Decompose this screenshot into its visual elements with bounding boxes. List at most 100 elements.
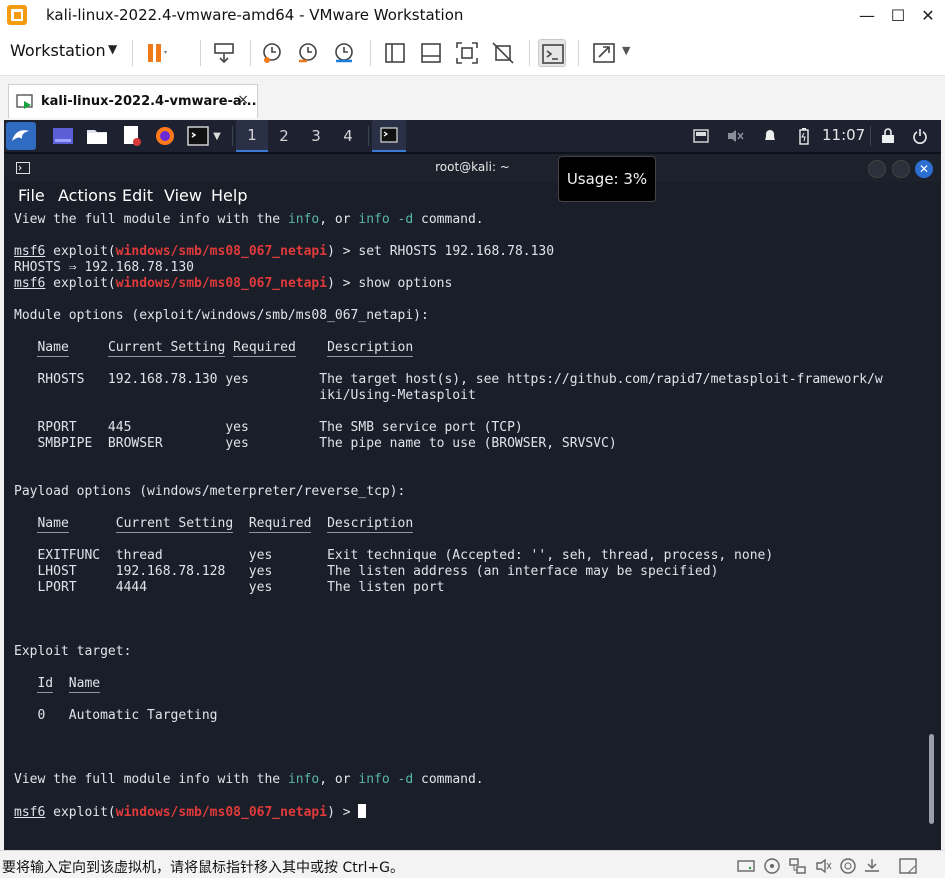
vmware-logo-icon	[7, 5, 27, 25]
cd-dvd-icon[interactable]	[762, 856, 782, 876]
battery-icon[interactable]	[796, 124, 812, 148]
firefox-button[interactable]	[152, 124, 178, 148]
show-thumbnail-button[interactable]	[417, 39, 445, 67]
stretch-guest-button[interactable]	[590, 39, 618, 67]
prompt-line: msf6 exploit(windows/smb/ms08_067_netapi…	[14, 244, 924, 260]
clock-manager-icon	[335, 43, 353, 63]
close-window-button[interactable]: ✕	[913, 0, 943, 30]
send-ctrl-alt-del-button[interactable]	[210, 39, 238, 67]
menu-actions[interactable]: Actions	[58, 186, 116, 205]
terminal-output[interactable]: View the full module info with the info,…	[14, 212, 924, 842]
table-row-text: RPORT 445 yes The SMB service port (TCP)	[14, 420, 523, 435]
network-adapter-icon[interactable]	[788, 856, 808, 876]
toolbar-separator	[529, 40, 530, 66]
minimize-button[interactable]: —	[852, 0, 882, 30]
window-titlebar: kali-linux-2022.4-vmware-amd64 - VMware …	[0, 0, 945, 30]
table-header-cell: Current Setting	[115, 516, 234, 533]
revert-snapshot-button[interactable]	[294, 39, 322, 67]
vm-guest-display[interactable]: ▼ 1 2 3 4 11:07 root@kali: ~ ✕ File Acti…	[4, 120, 941, 850]
menu-view[interactable]: View	[164, 186, 202, 205]
workspace-2[interactable]: 2	[268, 120, 300, 152]
full-screen-button[interactable]	[453, 39, 481, 67]
terminal-close-button[interactable]: ✕	[915, 160, 933, 178]
show-desktop-button[interactable]	[50, 124, 76, 148]
terminal-text: command.	[413, 212, 484, 227]
workspace-1[interactable]: 1	[236, 120, 268, 152]
clock-revert-icon	[299, 43, 317, 63]
volume-muted-icon[interactable]	[724, 124, 746, 148]
clock-add-icon	[263, 43, 281, 63]
taskbar-terminal-window[interactable]	[372, 120, 406, 152]
workspace-4[interactable]: 4	[332, 120, 364, 152]
sound-card-icon[interactable]	[814, 856, 834, 876]
text-editor-button[interactable]	[120, 124, 144, 148]
terminal-text: ) >	[327, 244, 359, 259]
usage-tooltip: Usage: 3%	[558, 156, 656, 202]
terminal-launcher-button[interactable]: ▼	[184, 124, 224, 148]
terminal-icon	[542, 44, 564, 64]
table-header-line: Id Name	[14, 676, 924, 693]
panel-clock[interactable]: 11:07	[822, 126, 865, 144]
snapshot-manager-button[interactable]	[330, 39, 358, 67]
vmware-toolbar: Workstation ▼ ▼	[0, 30, 945, 76]
snapshot-button[interactable]	[258, 39, 286, 67]
hard-disk-icon[interactable]	[736, 856, 756, 876]
console-view-button[interactable]	[538, 39, 566, 67]
workstation-menu[interactable]: Workstation	[10, 41, 106, 60]
terminal-text: Payload options (windows/meterpreter/rev…	[14, 484, 406, 499]
vm-tab[interactable]: kali-linux-2022.4-vmware-a... ×	[8, 84, 258, 118]
unity-off-icon	[492, 42, 514, 64]
show-library-button[interactable]	[381, 39, 409, 67]
fullscreen-icon	[456, 42, 478, 64]
message-log-icon[interactable]	[862, 856, 882, 876]
terminal-title: root@kali: ~	[435, 160, 510, 174]
workspace-3[interactable]: 3	[300, 120, 332, 152]
usb-device-icon[interactable]	[838, 856, 858, 876]
fit-guest-icon[interactable]	[898, 856, 918, 876]
stretch-caret-icon[interactable]: ▼	[622, 44, 630, 57]
power-icon[interactable]	[910, 124, 930, 148]
file-manager-button[interactable]	[84, 124, 110, 148]
terminal-scrollbar[interactable]	[929, 734, 934, 824]
table-row: RHOSTS 192.168.78.130 yes The target hos…	[14, 372, 924, 388]
menu-help[interactable]: Help	[211, 186, 247, 205]
module-name: windows/smb/ms08_067_netapi	[115, 276, 328, 291]
unity-button[interactable]	[489, 39, 517, 67]
close-tab-icon[interactable]: ×	[237, 92, 249, 108]
notifications-bell-icon[interactable]	[760, 124, 780, 148]
table-header-cell: Name	[37, 516, 69, 533]
vm-tab-strip: kali-linux-2022.4-vmware-a... ×	[0, 76, 945, 120]
lock-screen-icon[interactable]	[878, 124, 898, 148]
window-title: kali-linux-2022.4-vmware-amd64 - VMware …	[46, 6, 464, 24]
terminal-launcher-caret-icon[interactable]: ▼	[213, 131, 221, 142]
workspace-switcher-icon[interactable]	[690, 124, 712, 148]
menu-file[interactable]: File	[18, 186, 45, 205]
suspend-button[interactable]	[142, 39, 170, 67]
menu-edit[interactable]: Edit	[122, 186, 153, 205]
table-row-text: SMBPIPE BROWSER yes The pipe name to use…	[14, 436, 617, 451]
msf6-prompt: msf6	[14, 276, 46, 291]
kali-menu-button[interactable]	[6, 122, 36, 150]
terminal-text: , or	[319, 212, 359, 227]
terminal-minimize-button[interactable]	[868, 160, 886, 178]
table-header-cell: Description	[327, 340, 414, 357]
maximize-button[interactable]: ☐	[883, 0, 913, 30]
terminal-text: View the full module info with the	[14, 772, 288, 787]
terminal-window[interactable]: root@kali: ~ ✕ File Actions Edit View He…	[4, 154, 941, 850]
workstation-menu-caret-icon[interactable]: ▼	[108, 42, 117, 56]
terminal-menubar: File Actions Edit View Help	[4, 182, 941, 210]
table-header-cell: Description	[327, 516, 414, 533]
keyboard-icon	[214, 43, 234, 64]
terminal-maximize-button[interactable]	[892, 160, 910, 178]
